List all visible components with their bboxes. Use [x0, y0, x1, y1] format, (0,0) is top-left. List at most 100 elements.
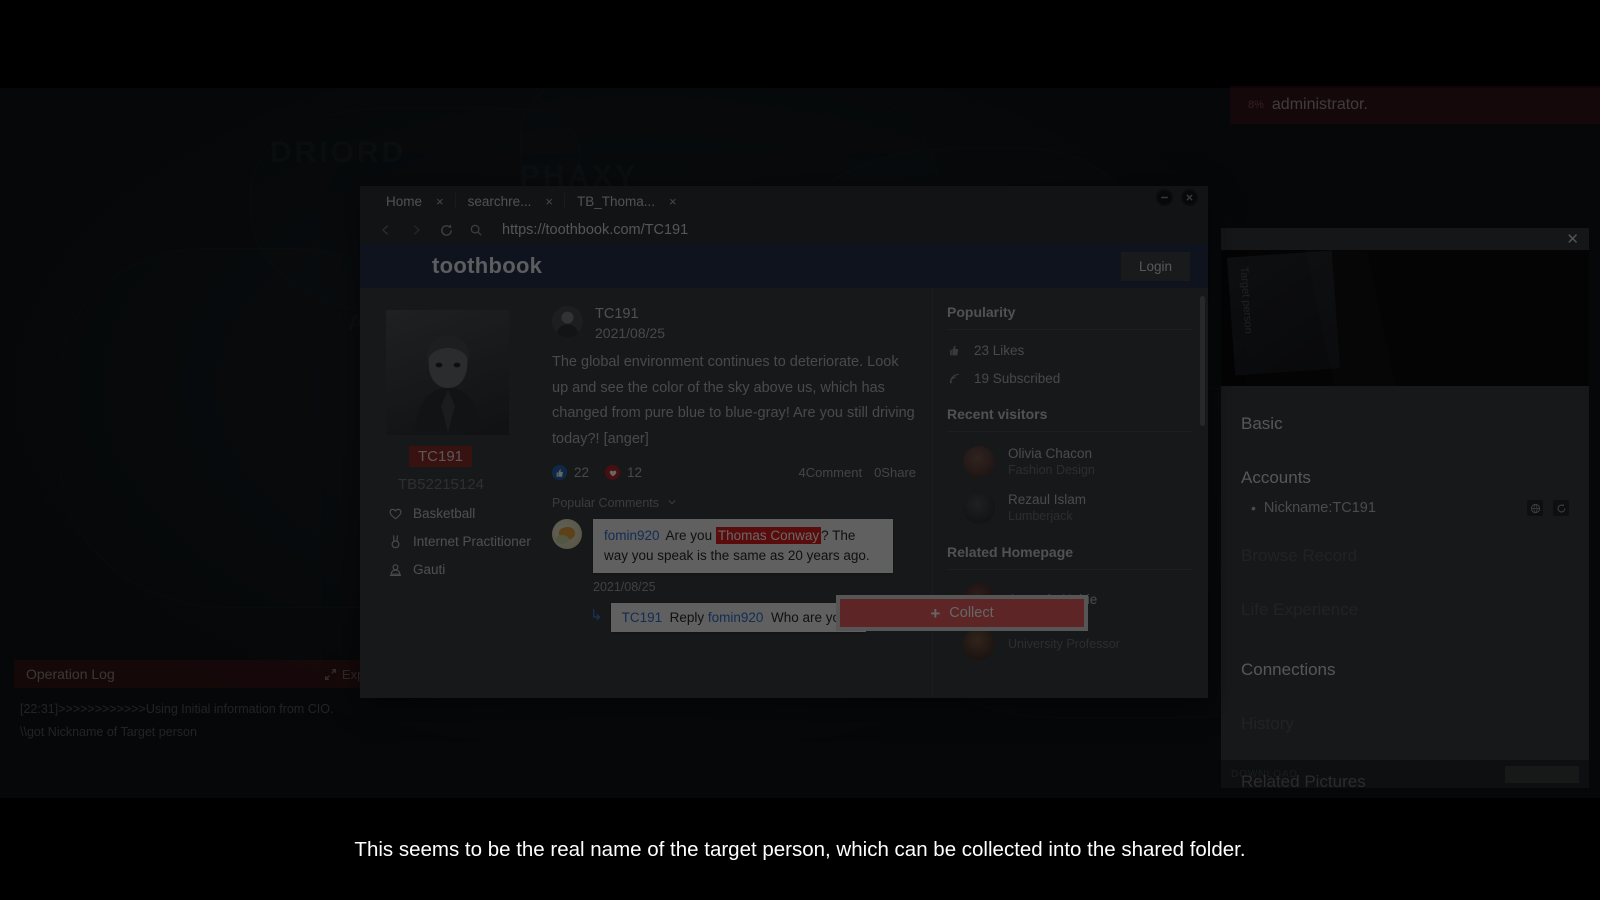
- comment-bubble: fomin920 Are you Thomas Conway? The way y…: [593, 519, 893, 573]
- dossier-footer-label: DOWNLOAD: [1231, 768, 1298, 780]
- reply-bubble: TC191 Reply fomin920 Who are you?: [610, 603, 867, 632]
- dossier-section-basic[interactable]: Basic: [1241, 414, 1569, 434]
- visitor-name: Olivia Chacon: [1008, 446, 1093, 461]
- heart-icon: [605, 465, 621, 480]
- comment-count[interactable]: 4Comment: [799, 465, 863, 480]
- window-controls: [1156, 189, 1198, 206]
- chevron-down-icon[interactable]: [667, 496, 677, 510]
- dossier-titlebar: ✕: [1221, 228, 1589, 250]
- tab-close-icon[interactable]: ×: [436, 194, 444, 209]
- location-person-icon: [388, 562, 403, 577]
- plus-icon: +: [930, 603, 941, 623]
- operation-log-title: Operation Log: [26, 666, 115, 682]
- profile-column: TC191 TB52215124 Basketball Internet Pra…: [360, 288, 540, 698]
- likes-value: 23 Likes: [974, 343, 1025, 358]
- visitor-item[interactable]: Olivia Chacon Fashion Design: [947, 445, 1192, 478]
- screen: DRIORD PHAXY A 8% administrator. Operati…: [0, 0, 1600, 900]
- browser-addressbar: https://toothbook.com/TC191: [360, 216, 1208, 244]
- browser-tab-tb-thomas[interactable]: TB_Thoma... ×: [565, 186, 689, 216]
- comment-highlighted-name: Thomas Conway: [715, 527, 822, 544]
- tab-label: Home: [386, 193, 423, 209]
- browser-tab-home[interactable]: Home ×: [374, 186, 456, 216]
- tab-close-icon[interactable]: ×: [545, 194, 553, 209]
- avatar: [963, 491, 995, 524]
- comment-item: fomin920 Are you Thomas Conway? The way y…: [552, 519, 916, 573]
- post-column: TC191 2021/08/25 The global environment …: [540, 288, 932, 698]
- dossier-footer: DOWNLOAD: [1221, 760, 1589, 788]
- dossier-photo-area: Target person: [1221, 250, 1589, 386]
- related-homepage-title: Related Homepage: [947, 544, 1192, 570]
- reply-author-name[interactable]: TC191: [622, 610, 663, 625]
- operation-log-header: Operation Log Expand: [14, 660, 394, 688]
- dossier-section-history[interactable]: History: [1241, 714, 1569, 734]
- reply-target-name[interactable]: fomin920: [708, 610, 764, 625]
- profile-avatar: [386, 310, 509, 435]
- post-author-avatar: [552, 306, 583, 337]
- operation-log-line: [22:31]>>>>>>>>>>>>Using Initial informa…: [20, 702, 334, 716]
- forward-icon[interactable]: [408, 222, 424, 238]
- login-button[interactable]: Login: [1120, 251, 1190, 281]
- dossier-section-life-experience[interactable]: Life Experience: [1241, 600, 1569, 620]
- thumbs-up-icon: [947, 343, 962, 358]
- dossier-section-accounts[interactable]: Accounts: [1241, 468, 1569, 488]
- profile-occupation: Internet Practitioner: [413, 534, 531, 549]
- collect-button[interactable]: + Collect: [840, 599, 1084, 627]
- url-input[interactable]: https://toothbook.com/TC191: [502, 222, 688, 238]
- comment-author-name[interactable]: fomin920: [604, 528, 660, 543]
- dossier-account-row[interactable]: • Nickname:TC191: [1251, 500, 1569, 516]
- visitor-name: Rezaul Islam: [1008, 492, 1087, 507]
- collect-popup: + Collect: [836, 595, 1088, 631]
- profile-name-badge: TC191: [409, 446, 473, 467]
- related-person-job: University Professor: [1008, 637, 1120, 651]
- expand-icon: [324, 668, 337, 681]
- avatar: [963, 445, 995, 478]
- visitor-item[interactable]: Rezaul Islam Lumberjack: [947, 491, 1192, 524]
- thumbs-up-icon: [552, 465, 567, 480]
- operation-log-body: [22:31]>>>>>>>>>>>>Using Initial informa…: [14, 688, 394, 744]
- rss-icon: [947, 371, 962, 386]
- recent-visitors-title: Recent visitors: [947, 406, 1192, 432]
- sidebar-scrollbar[interactable]: [1200, 296, 1205, 426]
- heart-reaction[interactable]: 12: [605, 465, 642, 480]
- close-icon[interactable]: [1181, 189, 1198, 206]
- heart-icon: [388, 506, 403, 521]
- admin-percent: 8%: [1248, 99, 1264, 111]
- comments-sort-control[interactable]: Popular Comments: [552, 496, 916, 510]
- dossier-footer-button[interactable]: [1505, 765, 1579, 783]
- avatar: [963, 628, 995, 660]
- dossier-section-connections[interactable]: Connections: [1241, 660, 1569, 680]
- minimize-icon[interactable]: [1156, 189, 1173, 206]
- dossier-section-browse-record[interactable]: Browse Record: [1241, 546, 1569, 566]
- visitor-job: Lumberjack: [1008, 509, 1073, 523]
- refresh-icon[interactable]: [1553, 500, 1569, 516]
- operation-log-panel: Operation Log Expand [22:31]>>>>>>>>>>>>…: [14, 660, 394, 744]
- dossier-sections: Basic Accounts • Nickname:TC191 Browse R…: [1221, 386, 1589, 788]
- close-icon[interactable]: ✕: [1566, 232, 1579, 247]
- visitor-job: Fashion Design: [1008, 463, 1095, 477]
- profile-meta-row: Basketball: [388, 506, 540, 521]
- reply-arrow-icon: ↳: [590, 607, 603, 624]
- post-header: TC191 2021/08/25: [552, 306, 916, 343]
- related-person-item[interactable]: University Professor: [947, 628, 1192, 660]
- medal-icon: [388, 534, 403, 549]
- target-dossier-panel: ✕ Target person Basic Accounts • Nicknam…: [1221, 228, 1589, 788]
- back-icon[interactable]: [378, 222, 394, 238]
- subscribed-value: 19 Subscribed: [974, 371, 1061, 386]
- reload-icon[interactable]: [438, 222, 454, 238]
- search-web-icon[interactable]: [1527, 500, 1543, 516]
- share-count[interactable]: 0Share: [874, 465, 916, 480]
- site-brand: toothbook: [432, 253, 543, 278]
- browser-tabstrip: Home × searchre... × TB_Thoma... ×: [360, 186, 1208, 216]
- like-reaction[interactable]: 22: [552, 465, 589, 480]
- tab-close-icon[interactable]: ×: [669, 194, 677, 209]
- post-author-name[interactable]: TC191: [595, 306, 665, 323]
- comments-section-label: Popular Comments: [552, 496, 659, 510]
- post-stats-row: 22 12 4Comment 0Share: [552, 465, 916, 480]
- comment-text-before: Are you: [665, 528, 716, 543]
- caption-bar: This seems to be the real name of the ta…: [0, 800, 1600, 900]
- target-photo-label: Target person: [1237, 266, 1255, 335]
- search-icon[interactable]: [468, 222, 484, 238]
- reply-verb: Reply: [669, 610, 705, 625]
- profile-meta-row: Internet Practitioner: [388, 534, 540, 549]
- browser-tab-searchre[interactable]: searchre... ×: [456, 186, 566, 216]
